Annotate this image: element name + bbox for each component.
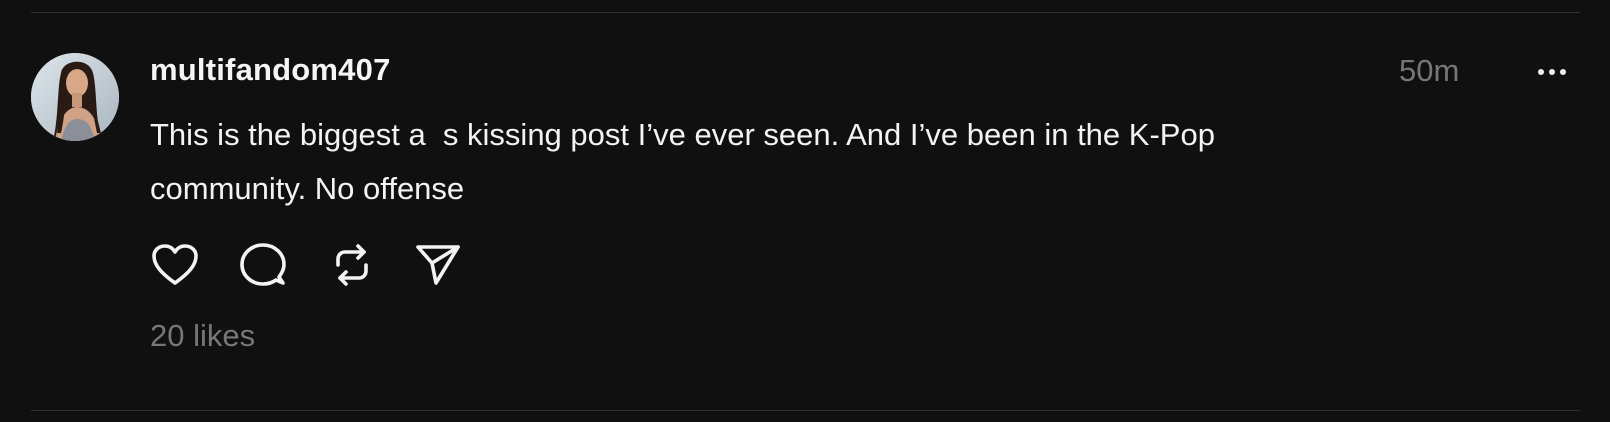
post-body-text: This is the biggest a s kissing post I’v… [150, 117, 1215, 206]
like-button[interactable] [150, 240, 200, 290]
top-divider [31, 12, 1580, 13]
post-timestamp: 50m [1399, 53, 1460, 88]
heart-icon [152, 244, 198, 285]
more-options-button[interactable] [1530, 60, 1574, 84]
avatar[interactable] [31, 53, 119, 141]
username[interactable]: multifandom407 [150, 52, 391, 88]
avatar-image [31, 53, 119, 141]
share-button[interactable] [413, 240, 463, 290]
repost-button[interactable] [327, 240, 377, 290]
more-dot [1549, 69, 1555, 75]
thread-post: multifandom407 50m This is the biggest a… [0, 0, 1610, 422]
likes-count[interactable]: 20 likes [150, 318, 255, 354]
reply-button[interactable] [238, 240, 288, 290]
more-dot [1560, 69, 1566, 75]
comment-bubble-icon [240, 243, 286, 286]
repost-arrows-icon [336, 244, 368, 286]
bottom-divider [31, 410, 1580, 411]
send-icon [416, 245, 460, 285]
more-dot [1538, 69, 1544, 75]
